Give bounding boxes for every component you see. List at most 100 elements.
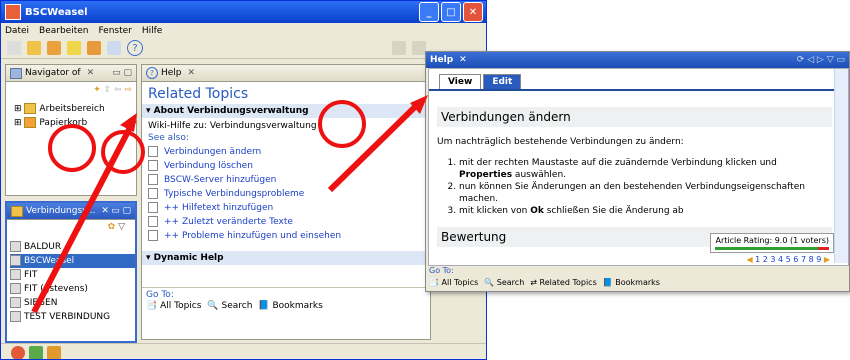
connection-item[interactable]: TEST VERBINDUNG xyxy=(10,310,135,324)
connection-icon xyxy=(10,297,21,308)
app-icon xyxy=(5,4,21,20)
goto-label: Go To: xyxy=(142,287,430,302)
related-link[interactable]: ++ Zuletzt veränderte Texte xyxy=(148,215,430,229)
connect-icon[interactable]: ✿ xyxy=(108,222,116,232)
related-link[interactable]: BSCW-Server hinzufügen xyxy=(148,173,430,187)
related-link[interactable]: Verbindungen ändern xyxy=(148,145,430,159)
connection-icon xyxy=(10,241,21,252)
search-link[interactable]: 🔍 Search xyxy=(484,278,524,287)
connection-item[interactable]: SIEGEN xyxy=(10,296,135,310)
toolbar: ? xyxy=(1,38,486,59)
close-icon[interactable]: ✕ xyxy=(459,55,467,65)
tab-edit[interactable]: Edit xyxy=(483,74,522,89)
minmax-icon[interactable]: ▭ ▢ xyxy=(111,206,131,216)
new-icon[interactable] xyxy=(7,41,21,55)
close-icon[interactable]: ✕ xyxy=(188,68,196,78)
all-topics-link[interactable]: 📑 All Topics xyxy=(146,301,201,311)
tree-item-arbeitsbereich[interactable]: ⊞ Arbeitsbereich xyxy=(14,102,136,116)
tree-item-papierkorb[interactable]: ⊞ Papierkorb xyxy=(14,116,136,130)
all-topics-link[interactable]: 📑 All Topics xyxy=(429,278,478,287)
connection-item[interactable]: FIT (gstevens) xyxy=(10,282,135,296)
step-item: mit der rechten Maustaste auf die zuände… xyxy=(459,157,832,181)
help-goto-label: Go To: xyxy=(429,266,454,275)
main-window: BSCWeasel _ □ ✕ Datei Bearbeiten Fenster… xyxy=(0,0,487,360)
connections-tab[interactable]: Verbindungsv... ✕ ▭ ▢ xyxy=(7,203,135,220)
step-item: nun können Sie Änderungen an den bestehe… xyxy=(459,181,832,205)
smiley-icon[interactable] xyxy=(67,41,81,55)
connection-icon xyxy=(10,311,21,322)
sync-icon[interactable]: ✦ xyxy=(93,85,101,95)
related-link[interactable]: ++ Probleme hinzufügen und einsehen xyxy=(148,229,430,243)
related-links: Verbindungen ändern Verbindung löschen BSC… xyxy=(142,145,430,243)
status-icon-2[interactable] xyxy=(29,346,43,359)
close-icon[interactable]: ✕ xyxy=(87,68,95,78)
minmax-icon[interactable]: ▭ ▢ xyxy=(112,68,132,78)
about-section-header[interactable]: ▾ About Verbindungsverwaltung xyxy=(142,104,430,118)
view-menu-icon[interactable]: ▽ xyxy=(118,222,125,232)
close-button[interactable]: ✕ xyxy=(463,2,483,22)
menu-bearbeiten[interactable]: Bearbeiten xyxy=(39,26,88,36)
related-link[interactable]: Typische Verbindungsprobleme xyxy=(148,187,430,201)
connections-tab-label: Verbindungsv... xyxy=(26,206,96,216)
help-icon: ? xyxy=(146,67,158,79)
menu-datei[interactable]: Datei xyxy=(5,26,29,36)
minimize-button[interactable]: _ xyxy=(419,2,439,22)
see-also-label: See also: xyxy=(148,133,189,143)
connections-list: BALDUR BSCWeasel FIT FIT (gstevens) SIEGEN TE… xyxy=(7,240,135,324)
menu-fenster[interactable]: Fenster xyxy=(98,26,131,36)
tab-view[interactable]: View xyxy=(439,74,482,89)
article-steps: mit der rechten Maustaste auf die zuände… xyxy=(437,157,832,217)
related-topics-link[interactable]: ⇄ Related Topics xyxy=(530,278,596,287)
menu-hilfe[interactable]: Hilfe xyxy=(142,26,162,36)
bookmarks-link[interactable]: 📘 Bookmarks xyxy=(603,278,660,287)
help-content-frame: View Edit Verbindungen ändern Um nachträ… xyxy=(428,68,849,266)
navigator-tab[interactable]: Navigator of ✕ ▭ ▢ xyxy=(6,65,136,82)
related-topics-heading: Related Topics xyxy=(148,86,249,102)
related-link[interactable]: Verbindung löschen xyxy=(148,159,430,173)
rating-stars[interactable]: ◀ 1 2 3 4 5 6 7 8 9 ▶ xyxy=(746,255,830,263)
connection-item[interactable]: BALDUR xyxy=(10,240,135,254)
step-item: mit klicken von Ok schließen Sie die Änd… xyxy=(459,205,832,217)
trash-icon xyxy=(24,117,37,128)
open-icon[interactable] xyxy=(27,41,41,55)
folder-icon xyxy=(24,103,37,114)
sync-icon[interactable] xyxy=(107,41,121,55)
status-bar xyxy=(1,343,486,359)
document-icon xyxy=(148,146,158,157)
connection-item[interactable]: FIT xyxy=(10,268,135,282)
connect-icon[interactable] xyxy=(47,41,61,55)
document-icon xyxy=(148,160,158,171)
help-icon[interactable]: ? xyxy=(127,40,143,56)
connections-icon xyxy=(11,205,23,217)
back-icon[interactable]: ⇦ xyxy=(114,85,122,95)
up-icon[interactable]: ⇧ xyxy=(104,85,112,95)
wiki-line: Wiki-Hilfe zu: Verbindungsverwaltung xyxy=(148,121,317,131)
maximize-button[interactable]: □ xyxy=(441,2,461,22)
document-icon xyxy=(148,174,158,185)
navigator-icon xyxy=(10,67,22,79)
navigator-panel: Navigator of ✕ ▭ ▢ ✦ ⇧ ⇦ ⇨ ⊞ Arbeitsbere… xyxy=(5,64,137,196)
rating-bar xyxy=(715,247,829,250)
help-scrollbar[interactable] xyxy=(834,69,848,263)
search-link[interactable]: 🔍 Search xyxy=(207,301,252,311)
perspective-icon[interactable] xyxy=(392,41,406,55)
connection-item[interactable]: BSCWeasel xyxy=(10,254,135,268)
status-icon-1[interactable] xyxy=(11,346,25,359)
help-view-tab-label: Help xyxy=(161,68,182,78)
dynamic-help-header[interactable]: ▾ Dynamic Help xyxy=(142,251,430,265)
forward-icon[interactable]: ⇨ xyxy=(124,85,132,95)
bookmarks-link[interactable]: 📘 Bookmarks xyxy=(258,301,322,311)
help-nav: 📑 All Topics 🔍 Search 📘 Bookmarks xyxy=(146,301,323,311)
help-window-toolbar: ⟳ ◁ ▷ ▽ ▭ xyxy=(796,55,845,65)
perspective2-icon[interactable] xyxy=(412,41,426,55)
users-icon[interactable] xyxy=(87,41,101,55)
navigator-tree: ⊞ Arbeitsbereich ⊞ Papierkorb xyxy=(6,102,136,130)
document-icon xyxy=(148,188,158,199)
connection-icon xyxy=(10,255,21,266)
status-icon-3[interactable] xyxy=(47,346,61,359)
connections-toolbar: ✿ ▽ xyxy=(7,220,135,240)
close-icon[interactable]: ✕ xyxy=(101,206,109,216)
related-link[interactable]: ++ Hilfetext hinzufügen xyxy=(148,201,430,215)
menu-bar: Datei Bearbeiten Fenster Hilfe xyxy=(1,23,486,38)
help-view-tab[interactable]: ? Help ✕ xyxy=(142,65,430,82)
